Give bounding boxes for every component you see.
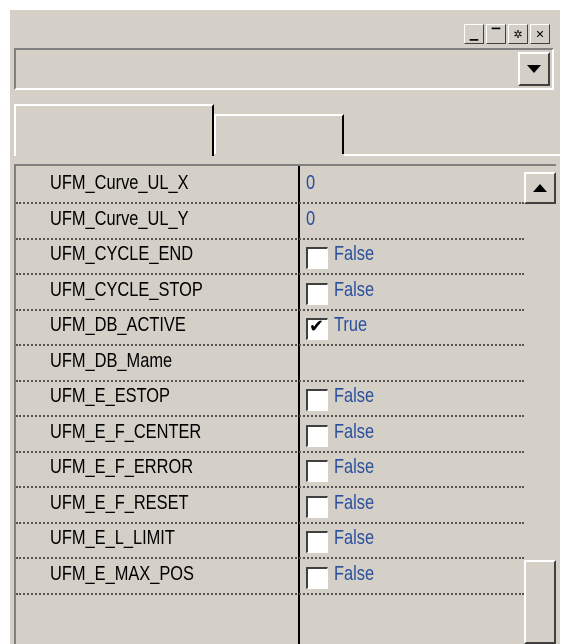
property-checkbox[interactable] — [306, 495, 328, 518]
property-row[interactable]: UFM_Curve_UL_Y 0 — [16, 204, 524, 240]
property-value: False — [334, 385, 375, 407]
pin-button[interactable]: ✲ — [508, 24, 528, 44]
property-row[interactable]: UFM_E_F_ERROR False — [16, 452, 524, 488]
restore-button[interactable]: ▔ — [486, 24, 506, 44]
tab-divider — [344, 154, 568, 156]
property-value: False — [334, 527, 375, 549]
property-name: UFM_E_MAX_POS — [50, 562, 194, 585]
property-name: UFM_E_F_CENTER — [50, 420, 202, 443]
property-name: UFM_E_F_RESET — [50, 491, 189, 514]
property-row[interactable]: UFM_E_L_LIMIT False — [16, 523, 524, 559]
property-value: True — [334, 314, 368, 336]
property-row[interactable]: UFM_Curve_UL_X 0 — [16, 168, 524, 204]
property-value: False — [334, 278, 375, 301]
combo-dropdown-button[interactable] — [518, 52, 550, 86]
tab-properties[interactable] — [14, 104, 214, 156]
property-checkbox[interactable] — [306, 316, 328, 340]
property-name: UFM_CYCLE_END — [50, 243, 194, 265]
property-row[interactable]: UFM_CYCLE_STOP False — [16, 275, 524, 311]
window-buttons: ▁ ▔ ✲ ✕ — [464, 24, 550, 44]
property-name: UFM_DB_ACTIVE — [50, 314, 186, 336]
property-value: False — [334, 491, 375, 514]
object-selector-combo[interactable] — [14, 48, 554, 90]
property-name: UFM_E_F_ERROR — [50, 456, 194, 478]
scroll-thumb[interactable] — [524, 560, 556, 644]
chevron-up-icon — [533, 184, 547, 192]
property-row[interactable]: UFM_CYCLE_END False — [16, 239, 524, 275]
property-name: UFM_Curve_UL_Y — [50, 207, 189, 230]
close-button[interactable]: ✕ — [530, 24, 550, 44]
property-value: False — [334, 456, 375, 478]
property-name: UFM_DB_Mame — [50, 349, 173, 372]
property-name: UFM_CYCLE_STOP — [50, 278, 203, 301]
property-value: False — [334, 420, 375, 443]
property-value: False — [334, 243, 375, 265]
property-grid: UFM_Curve_UL_X 0 UFM_Curve_UL_Y 0 UFM_CYCLE_… — [14, 164, 556, 644]
property-checkbox[interactable] — [306, 531, 328, 553]
property-row[interactable]: UFM_DB_Mame — [16, 346, 524, 382]
property-row[interactable]: UFM_E_ESTOP False — [16, 381, 524, 417]
property-value: False — [334, 562, 375, 585]
property-name: UFM_Curve_UL_X — [50, 172, 189, 194]
scroll-up-button[interactable] — [524, 172, 556, 204]
vertical-scrollbar[interactable] — [524, 166, 556, 644]
minimize-button[interactable]: ▁ — [464, 24, 484, 44]
property-row[interactable]: UFM_DB_ACTIVE True — [16, 310, 524, 346]
property-checkbox[interactable] — [306, 282, 328, 305]
title-bar: ▁ ▔ ✲ ✕ — [10, 10, 560, 52]
property-checkbox[interactable] — [306, 247, 328, 269]
property-value[interactable]: 0 — [306, 172, 315, 195]
property-checkbox[interactable] — [306, 424, 328, 447]
property-row[interactable]: UFM_E_F_CENTER False — [16, 417, 524, 453]
tab-events[interactable] — [214, 114, 344, 154]
row-divider — [16, 592, 524, 595]
property-row[interactable]: UFM_E_F_RESET False — [16, 488, 524, 524]
property-name: UFM_E_L_LIMIT — [50, 527, 175, 549]
chevron-down-icon — [527, 65, 541, 73]
property-checkbox[interactable] — [306, 566, 328, 589]
property-row[interactable]: UFM_E_MAX_POS False — [16, 559, 524, 595]
property-name: UFM_E_ESTOP — [50, 385, 171, 407]
property-checkbox[interactable] — [306, 460, 328, 482]
property-value[interactable]: 0 — [306, 208, 315, 231]
property-checkbox[interactable] — [306, 389, 328, 411]
